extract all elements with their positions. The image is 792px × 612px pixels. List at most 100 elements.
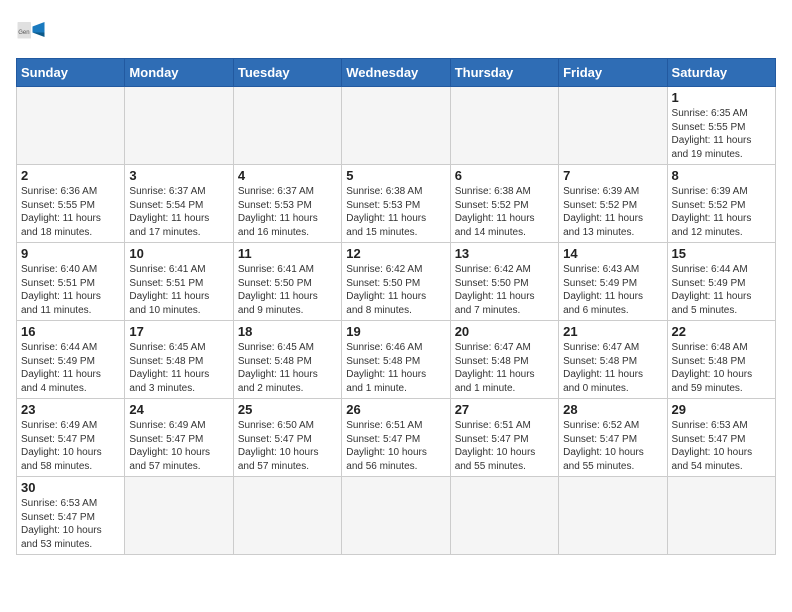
day-number: 24 [129, 402, 228, 417]
day-info: Sunrise: 6:51 AM Sunset: 5:47 PM Dayligh… [346, 419, 445, 473]
calendar-day-cell: 13 Sunrise: 6:42 AM Sunset: 5:50 PM Dayli… [450, 243, 558, 321]
calendar-day-cell [342, 477, 450, 555]
day-number: 22 [672, 324, 771, 339]
calendar-day-cell: 29 Sunrise: 6:53 AM Sunset: 5:47 PM Dayli… [667, 399, 775, 477]
calendar-day-cell [342, 87, 450, 165]
day-header-saturday: Saturday [667, 59, 775, 87]
day-info: Sunrise: 6:38 AM Sunset: 5:52 PM Dayligh… [455, 185, 554, 239]
calendar-day-cell: 21Sunrise: 6:47 AM Sunset: 5:48 PM Dayli… [559, 321, 667, 399]
day-number: 21 [563, 324, 662, 339]
calendar-day-cell [450, 477, 558, 555]
day-info: Sunrise: 6:53 AM Sunset: 5:47 PM Dayligh… [21, 497, 120, 551]
svg-text:Gen: Gen [18, 30, 29, 36]
calendar-week-row: 16 Sunrise: 6:44 AM Sunset: 5:49 PM Dayli… [17, 321, 776, 399]
day-number: 12 [346, 246, 445, 261]
calendar-day-cell: 3 Sunrise: 6:37 AM Sunset: 5:54 PM Daylig… [125, 165, 233, 243]
calendar-day-cell: 8Sunrise: 6:39 AM Sunset: 5:52 PM Daylig… [667, 165, 775, 243]
day-header-wednesday: Wednesday [342, 59, 450, 87]
day-number: 9 [21, 246, 120, 261]
day-info: Sunrise: 6:44 AM Sunset: 5:49 PM Dayligh… [672, 263, 771, 317]
day-info: Sunrise: 6:35 AM Sunset: 5:55 PM Dayligh… [672, 107, 771, 161]
calendar-header: Gen [16, 16, 776, 46]
day-info: Sunrise: 6:39 AM Sunset: 5:52 PM Dayligh… [563, 185, 662, 239]
day-info: Sunrise: 6:52 AM Sunset: 5:47 PM Dayligh… [563, 419, 662, 473]
day-info: Sunrise: 6:44 AM Sunset: 5:49 PM Dayligh… [21, 341, 120, 395]
day-number: 23 [21, 402, 120, 417]
day-number: 27 [455, 402, 554, 417]
day-info: Sunrise: 6:49 AM Sunset: 5:47 PM Dayligh… [21, 419, 120, 473]
calendar-day-cell: 7 Sunrise: 6:39 AM Sunset: 5:52 PM Daylig… [559, 165, 667, 243]
day-number: 4 [238, 168, 337, 183]
day-header-thursday: Thursday [450, 59, 558, 87]
day-info: Sunrise: 6:39 AM Sunset: 5:52 PM Dayligh… [672, 185, 771, 239]
calendar-day-cell: 11 Sunrise: 6:41 AM Sunset: 5:50 PM Dayli… [233, 243, 341, 321]
day-info: Sunrise: 6:45 AM Sunset: 5:48 PM Dayligh… [238, 341, 337, 395]
calendar-day-cell [125, 87, 233, 165]
day-number: 18 [238, 324, 337, 339]
calendar-day-cell [233, 477, 341, 555]
day-number: 5 [346, 168, 445, 183]
day-number: 20 [455, 324, 554, 339]
day-number: 6 [455, 168, 554, 183]
day-info: Sunrise: 6:49 AM Sunset: 5:47 PM Dayligh… [129, 419, 228, 473]
day-info: Sunrise: 6:40 AM Sunset: 5:51 PM Dayligh… [21, 263, 120, 317]
calendar-day-cell: 1 Sunrise: 6:35 AM Sunset: 5:55 PM Daylig… [667, 87, 775, 165]
day-number: 26 [346, 402, 445, 417]
calendar-day-cell: 5 Sunrise: 6:38 AM Sunset: 5:53 PM Daylig… [342, 165, 450, 243]
calendar-day-cell [559, 477, 667, 555]
day-header-sunday: Sunday [17, 59, 125, 87]
calendar-day-cell [17, 87, 125, 165]
calendar-week-row: 9 Sunrise: 6:40 AM Sunset: 5:51 PM Daylig… [17, 243, 776, 321]
calendar-day-cell: 24 Sunrise: 6:49 AM Sunset: 5:47 PM Dayli… [125, 399, 233, 477]
day-info: Sunrise: 6:42 AM Sunset: 5:50 PM Dayligh… [455, 263, 554, 317]
calendar-day-cell: 2Sunrise: 6:36 AM Sunset: 5:55 PM Daylig… [17, 165, 125, 243]
day-number: 3 [129, 168, 228, 183]
calendar-week-row: 1 Sunrise: 6:35 AM Sunset: 5:55 PM Daylig… [17, 87, 776, 165]
day-number: 16 [21, 324, 120, 339]
day-info: Sunrise: 6:37 AM Sunset: 5:53 PM Dayligh… [238, 185, 337, 239]
calendar-day-cell: 14Sunrise: 6:43 AM Sunset: 5:49 PM Dayli… [559, 243, 667, 321]
day-info: Sunrise: 6:37 AM Sunset: 5:54 PM Dayligh… [129, 185, 228, 239]
calendar-day-cell: 30 Sunrise: 6:53 AM Sunset: 5:47 PM Dayli… [17, 477, 125, 555]
day-info: Sunrise: 6:41 AM Sunset: 5:51 PM Dayligh… [129, 263, 228, 317]
day-info: Sunrise: 6:46 AM Sunset: 5:48 PM Dayligh… [346, 341, 445, 395]
calendar-week-row: 2Sunrise: 6:36 AM Sunset: 5:55 PM Daylig… [17, 165, 776, 243]
calendar-day-cell: 6 Sunrise: 6:38 AM Sunset: 5:52 PM Daylig… [450, 165, 558, 243]
calendar-day-cell: 23 Sunrise: 6:49 AM Sunset: 5:47 PM Dayli… [17, 399, 125, 477]
day-number: 17 [129, 324, 228, 339]
day-info: Sunrise: 6:47 AM Sunset: 5:48 PM Dayligh… [455, 341, 554, 395]
calendar-day-cell: 18 Sunrise: 6:45 AM Sunset: 5:48 PM Dayli… [233, 321, 341, 399]
calendar-day-cell: 4 Sunrise: 6:37 AM Sunset: 5:53 PM Daylig… [233, 165, 341, 243]
calendar-day-cell [450, 87, 558, 165]
day-info: Sunrise: 6:51 AM Sunset: 5:47 PM Dayligh… [455, 419, 554, 473]
calendar-day-cell: 16 Sunrise: 6:44 AM Sunset: 5:49 PM Dayli… [17, 321, 125, 399]
day-info: Sunrise: 6:42 AM Sunset: 5:50 PM Dayligh… [346, 263, 445, 317]
calendar-day-cell: 27 Sunrise: 6:51 AM Sunset: 5:47 PM Dayli… [450, 399, 558, 477]
calendar-day-cell: 9 Sunrise: 6:40 AM Sunset: 5:51 PM Daylig… [17, 243, 125, 321]
calendar-day-cell: 12 Sunrise: 6:42 AM Sunset: 5:50 PM Dayli… [342, 243, 450, 321]
calendar-day-cell: 28Sunrise: 6:52 AM Sunset: 5:47 PM Dayli… [559, 399, 667, 477]
day-number: 14 [563, 246, 662, 261]
day-number: 11 [238, 246, 337, 261]
day-info: Sunrise: 6:36 AM Sunset: 5:55 PM Dayligh… [21, 185, 120, 239]
day-header-monday: Monday [125, 59, 233, 87]
day-number: 10 [129, 246, 228, 261]
day-info: Sunrise: 6:53 AM Sunset: 5:47 PM Dayligh… [672, 419, 771, 473]
day-number: 13 [455, 246, 554, 261]
day-number: 1 [672, 90, 771, 105]
calendar-week-row: 30 Sunrise: 6:53 AM Sunset: 5:47 PM Dayli… [17, 477, 776, 555]
day-number: 30 [21, 480, 120, 495]
calendar-table: SundayMondayTuesdayWednesdayThursdayFrid… [16, 58, 776, 555]
day-number: 29 [672, 402, 771, 417]
calendar-day-cell [559, 87, 667, 165]
day-info: Sunrise: 6:41 AM Sunset: 5:50 PM Dayligh… [238, 263, 337, 317]
calendar-day-cell: 15 Sunrise: 6:44 AM Sunset: 5:49 PM Dayli… [667, 243, 775, 321]
calendar-day-cell [233, 87, 341, 165]
calendar-day-cell [125, 477, 233, 555]
calendar-day-cell: 17 Sunrise: 6:45 AM Sunset: 5:48 PM Dayli… [125, 321, 233, 399]
day-info: Sunrise: 6:38 AM Sunset: 5:53 PM Dayligh… [346, 185, 445, 239]
day-number: 7 [563, 168, 662, 183]
day-number: 15 [672, 246, 771, 261]
calendar-week-row: 23 Sunrise: 6:49 AM Sunset: 5:47 PM Dayli… [17, 399, 776, 477]
day-info: Sunrise: 6:45 AM Sunset: 5:48 PM Dayligh… [129, 341, 228, 395]
